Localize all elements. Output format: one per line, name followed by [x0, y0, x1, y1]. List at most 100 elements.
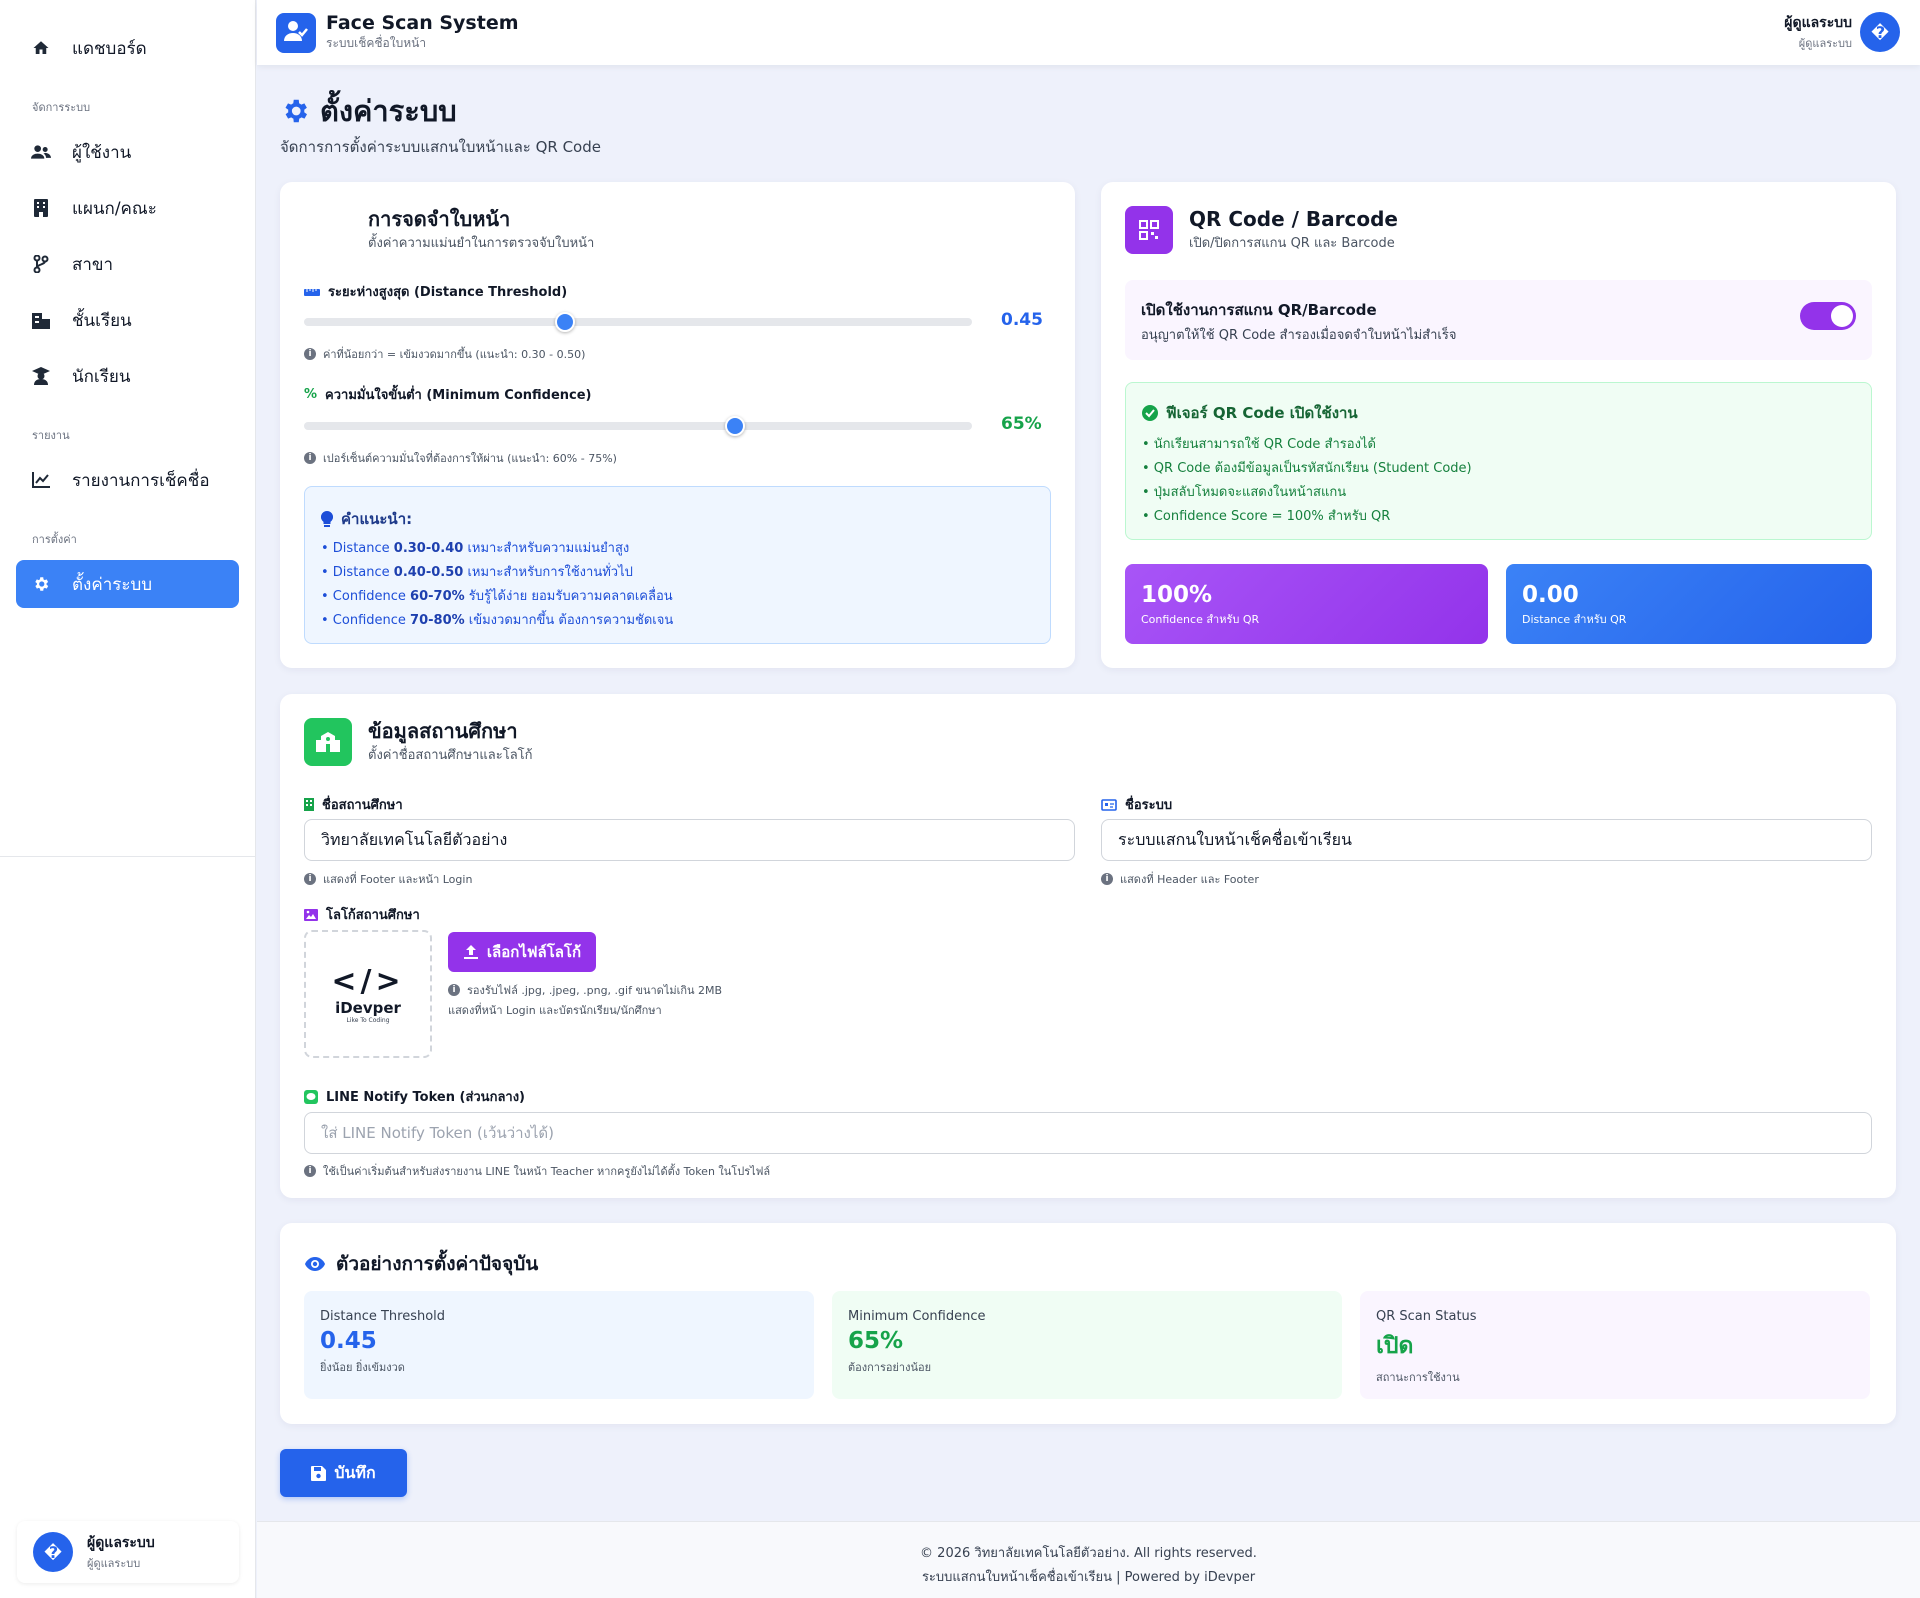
- preview-label: Minimum Confidence: [848, 1309, 986, 1324]
- qr-toggle-title: เปิดใช้งานการสแกน QR/Barcode: [1141, 301, 1377, 319]
- app-title: Face Scan System: [326, 12, 519, 34]
- qr-confidence-label: Confidence สำหรับ QR: [1141, 613, 1260, 626]
- qr-card-title: QR Code / Barcode: [1189, 207, 1398, 231]
- line-token-input[interactable]: ใส่ LINE Notify Token (เว้นว่างได้): [304, 1112, 1872, 1154]
- preview-sub: สถานะการใช้งาน: [1376, 1371, 1460, 1384]
- tip-item: • Confidence 70-80% เข้มงวดมากขึ้น ต้องก…: [321, 613, 674, 628]
- confidence-slider-thumb[interactable]: [724, 416, 745, 436]
- qr-feature-item: • QR Code ต้องมีข้อมูลเป็นรหัสนักเรียน (…: [1142, 461, 1472, 476]
- save-button[interactable]: บันทึก: [280, 1449, 407, 1497]
- sidebar-section-manage: จัดการระบบ: [32, 101, 91, 114]
- qr-toggle-row: เปิดใช้งานการสแกน QR/Barcode อนุญาตให้ใช…: [1125, 280, 1872, 360]
- id-card-icon: [1101, 798, 1117, 811]
- page-title: ตั้งค่าระบบ: [280, 88, 457, 134]
- sidebar-item-label: สาขา: [72, 254, 114, 275]
- qr-card: QR Code / Barcode เปิด/ปิดการสแกน QR และ…: [1101, 182, 1896, 668]
- tips-title: คำแนะนำ:: [321, 507, 412, 531]
- footer-copyright: © 2026 วิทยาลัยเทคโนโลยีตัวอย่าง. All ri…: [920, 1546, 1257, 1561]
- logo-label: โลโก้สถานศึกษา: [304, 904, 420, 925]
- confidence-value: 65%: [1001, 414, 1042, 434]
- header-user-menu[interactable]: ผู้ดูแลระบบ ผู้ดูแลระบบ �: [1784, 12, 1900, 52]
- sidebar-item-label: ชั้นเรียน: [72, 310, 132, 331]
- school-name-hint: i แสดงที่ Footer และหน้า Login: [304, 870, 472, 888]
- eye-icon: [304, 1256, 326, 1272]
- logo-tagline: Like To Coding: [346, 1017, 390, 1024]
- face-recognition-card: การจดจำใบหน้า ตั้งค่าความแม่นยำในการตรวจ…: [280, 182, 1075, 668]
- sidebar-user-name: ผู้ดูแลระบบ: [87, 1535, 155, 1551]
- info-icon: i: [448, 984, 460, 996]
- image-icon: [304, 908, 318, 921]
- school-icon: [304, 718, 352, 766]
- sidebar-item-classes[interactable]: ชั้นเรียน: [16, 296, 239, 344]
- distance-slider[interactable]: [304, 312, 972, 332]
- qr-confidence-value: 100%: [1141, 582, 1213, 608]
- sidebar-item-departments[interactable]: แผนก/คณะ: [16, 184, 239, 232]
- sidebar-item-reports[interactable]: รายงานการเช็คชื่อ: [16, 456, 239, 504]
- school-card-title: ข้อมูลสถานศึกษา: [368, 719, 518, 743]
- qr-confidence-stat: 100% Confidence สำหรับ QR: [1125, 564, 1488, 644]
- system-name-input[interactable]: ระบบแสกนใบหน้าเช็คชื่อเข้าเรียน: [1101, 819, 1872, 861]
- face-card-icon: [304, 206, 352, 254]
- tip-item: • Confidence 60-70% รับรู้ได้ง่าย ยอมรับ…: [321, 589, 673, 604]
- current-settings-preview-card: ตัวอย่างการตั้งค่าปัจจุบัน Distance Thre…: [280, 1223, 1896, 1424]
- qr-distance-stat: 0.00 Distance สำหรับ QR: [1506, 564, 1872, 644]
- avatar: �: [1860, 12, 1900, 52]
- info-icon: i: [304, 452, 316, 464]
- upload-logo-button[interactable]: เลือกไฟล์โลโก้: [448, 932, 596, 972]
- sidebar-item-students[interactable]: นักเรียน: [16, 352, 239, 400]
- sidebar-item-label: ผู้ใช้งาน: [72, 142, 132, 163]
- preview-confidence-box: Minimum Confidence 65% ต้องการอย่างน้อย: [832, 1291, 1342, 1399]
- sidebar: แดชบอร์ด จัดการระบบ ผู้ใช้งาน แผนก/คณะ ส…: [0, 0, 256, 1598]
- sidebar-item-branches[interactable]: สาขา: [16, 240, 239, 288]
- user-check-icon: [284, 20, 308, 46]
- school-name-input[interactable]: วิทยาลัยเทคโนโลยีตัวอย่าง: [304, 819, 1075, 861]
- app-logo[interactable]: [276, 12, 316, 53]
- sidebar-section-settings: การตั้งค่า: [32, 533, 77, 546]
- qrcode-icon: [1125, 206, 1173, 254]
- preview-value: 65%: [848, 1328, 904, 1354]
- distance-slider-thumb[interactable]: [554, 312, 575, 332]
- line-token-label: LINE Notify Token (ส่วนกลาง): [304, 1086, 525, 1107]
- qr-feature-box: ฟีเจอร์ QR Code เปิดใช้งาน • นักเรียนสาม…: [1125, 382, 1872, 540]
- app-subtitle: ระบบเช็คชื่อใบหน้า: [326, 36, 427, 50]
- upload-hint: i รองรับไฟล์ .jpg, .jpeg, .png, .gif ขนาด…: [448, 981, 722, 999]
- building-icon: [304, 798, 314, 811]
- face-card-title: การจดจำใบหน้า: [368, 207, 511, 231]
- school-card-subtitle: ตั้งค่าชื่อสถานศึกษาและโลโก้: [368, 748, 533, 763]
- school-info-card: ข้อมูลสถานศึกษา ตั้งค่าชื่อสถานศึกษาและโ…: [280, 694, 1896, 1198]
- info-icon: i: [1101, 873, 1113, 885]
- sidebar-item-label: นักเรียน: [72, 366, 131, 387]
- tip-item: • Distance 0.30-0.40 เหมาะสำหรับความแม่น…: [321, 541, 630, 556]
- code-logo-icon: </>: [331, 964, 405, 999]
- preview-label: Distance Threshold: [320, 1309, 446, 1324]
- building-icon: [30, 197, 52, 219]
- sidebar-item-dashboard[interactable]: แดชบอร์ด: [16, 24, 239, 72]
- sidebar-item-label: รายงานการเช็คชื่อ: [72, 470, 210, 491]
- info-icon: i: [304, 1165, 316, 1177]
- school-building-icon: [30, 309, 52, 331]
- header-user-role: ผู้ดูแลระบบ: [1798, 37, 1852, 50]
- tip-item: • Distance 0.40-0.50 เหมาะสำหรับการใช้งา…: [321, 565, 633, 580]
- qr-distance-value: 0.00: [1522, 582, 1579, 608]
- users-icon: [30, 141, 52, 163]
- sidebar-user-card[interactable]: � ผู้ดูแลระบบ ผู้ดูแลระบบ: [17, 1521, 239, 1583]
- sidebar-divider: [0, 856, 256, 857]
- preview-distance-box: Distance Threshold 0.45 ยิ่งน้อย ยิ่งเข้…: [304, 1291, 814, 1399]
- lightbulb-icon: [321, 511, 333, 527]
- qr-enable-toggle[interactable]: [1800, 302, 1856, 330]
- distance-value: 0.45: [1001, 310, 1043, 330]
- logo-brand-text: iDevper: [335, 999, 401, 1017]
- home-icon: [30, 37, 52, 59]
- distance-label: ระยะห่างสูงสุด (Distance Threshold): [304, 281, 567, 302]
- upload-icon: [463, 944, 479, 960]
- system-name-hint: i แสดงที่ Header และ Footer: [1101, 870, 1259, 888]
- school-name-label: ชื่อสถานศึกษา: [304, 794, 403, 815]
- gear-icon: [280, 96, 310, 126]
- confidence-slider[interactable]: [304, 416, 972, 436]
- sidebar-item-settings[interactable]: ตั้งค่าระบบ: [16, 560, 239, 608]
- check-circle-icon: [1142, 405, 1158, 421]
- floppy-disk-icon: [311, 1465, 327, 1481]
- sidebar-item-users[interactable]: ผู้ใช้งาน: [16, 128, 239, 176]
- sidebar-item-label: ตั้งค่าระบบ: [72, 574, 153, 595]
- qr-feature-item: • ปุ่มสลับโหมดจะแสดงในหน้าสแกน: [1142, 485, 1347, 500]
